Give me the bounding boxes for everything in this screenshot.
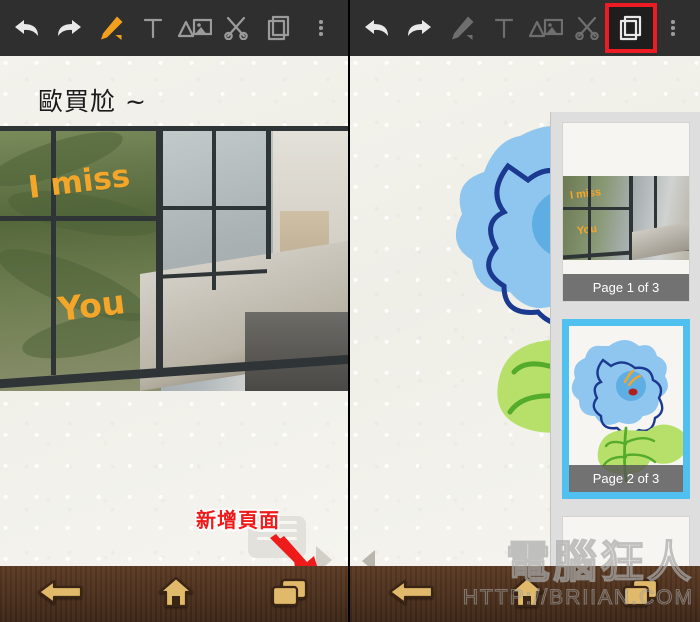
thumbnail-page-2[interactable]: Page 2 of 3	[562, 319, 690, 499]
left-screen: 歐買尬 ~ I miss You 新增頁面	[0, 0, 350, 622]
navbar-recents-button[interactable]	[619, 576, 663, 613]
undo-button[interactable]	[6, 0, 48, 56]
scissors-button[interactable]	[216, 0, 258, 56]
annotation-label: 新增頁面	[196, 508, 280, 532]
left-android-navbar	[0, 566, 348, 622]
overflow-dots-icon	[671, 18, 675, 39]
navbar-home-button[interactable]	[157, 575, 195, 614]
photo-floor	[245, 311, 348, 391]
inserted-photo[interactable]: I miss You	[0, 126, 348, 391]
thumbnail-page-3-preview	[563, 517, 689, 566]
screenshot-root: 歐買尬 ~ I miss You 新增頁面 I miss You Page 1 …	[0, 0, 700, 622]
thumbnail-page-3[interactable]	[562, 516, 690, 566]
pages-button-highlighted[interactable]	[604, 0, 657, 56]
redo-button[interactable]	[398, 0, 440, 56]
handwriting-you: You	[55, 282, 128, 329]
redo-button[interactable]	[48, 0, 90, 56]
thumbnail-handwriting-1: I miss	[569, 186, 602, 203]
thumbnail-caption: Page 2 of 3	[569, 465, 683, 492]
scissors-button[interactable]	[567, 0, 609, 56]
image-button[interactable]	[525, 0, 567, 56]
right-canvas[interactable]: I miss You Page 1 of 3 Page 2 of 3	[350, 56, 700, 566]
pages-button[interactable]	[258, 0, 300, 56]
navbar-back-button[interactable]	[387, 577, 435, 612]
text-tool-button[interactable]	[132, 0, 174, 56]
overflow-dots-icon	[319, 18, 323, 39]
page-title: 歐買尬 ~	[38, 87, 147, 116]
undo-button[interactable]	[356, 0, 398, 56]
text-tool-button[interactable]	[483, 0, 525, 56]
image-button[interactable]	[174, 0, 216, 56]
navbar-recents-button[interactable]	[268, 576, 312, 613]
annotation-arrow-icon	[270, 534, 318, 566]
navbar-back-button[interactable]	[36, 577, 84, 612]
thumbnail-caption: Page 1 of 3	[563, 274, 689, 301]
right-toolbar	[350, 0, 700, 56]
previous-page-arrow[interactable]	[362, 550, 375, 566]
pen-button[interactable]	[441, 0, 483, 56]
thumbnail-photo: I miss You	[563, 176, 689, 261]
navbar-home-button[interactable]	[508, 575, 546, 614]
thumbnail-page-1-preview: I miss You Page 1 of 3	[563, 123, 689, 301]
right-android-navbar	[350, 566, 700, 622]
right-screen: I miss You Page 1 of 3 Page 2 of 3	[350, 0, 700, 622]
thumbnail-page-1[interactable]: I miss You Page 1 of 3	[562, 122, 690, 302]
more-options-button[interactable]	[652, 0, 694, 56]
thumbnail-page-2-preview: Page 2 of 3	[569, 326, 683, 492]
pen-button[interactable]	[90, 0, 132, 56]
left-canvas[interactable]: 歐買尬 ~ I miss You 新增頁面	[0, 56, 348, 566]
more-options-button[interactable]	[300, 0, 342, 56]
left-toolbar	[0, 0, 348, 56]
thumbnail-handwriting-2: You	[576, 223, 598, 238]
page-thumbnail-panel[interactable]: I miss You Page 1 of 3 Page 2 of 3	[550, 112, 700, 566]
